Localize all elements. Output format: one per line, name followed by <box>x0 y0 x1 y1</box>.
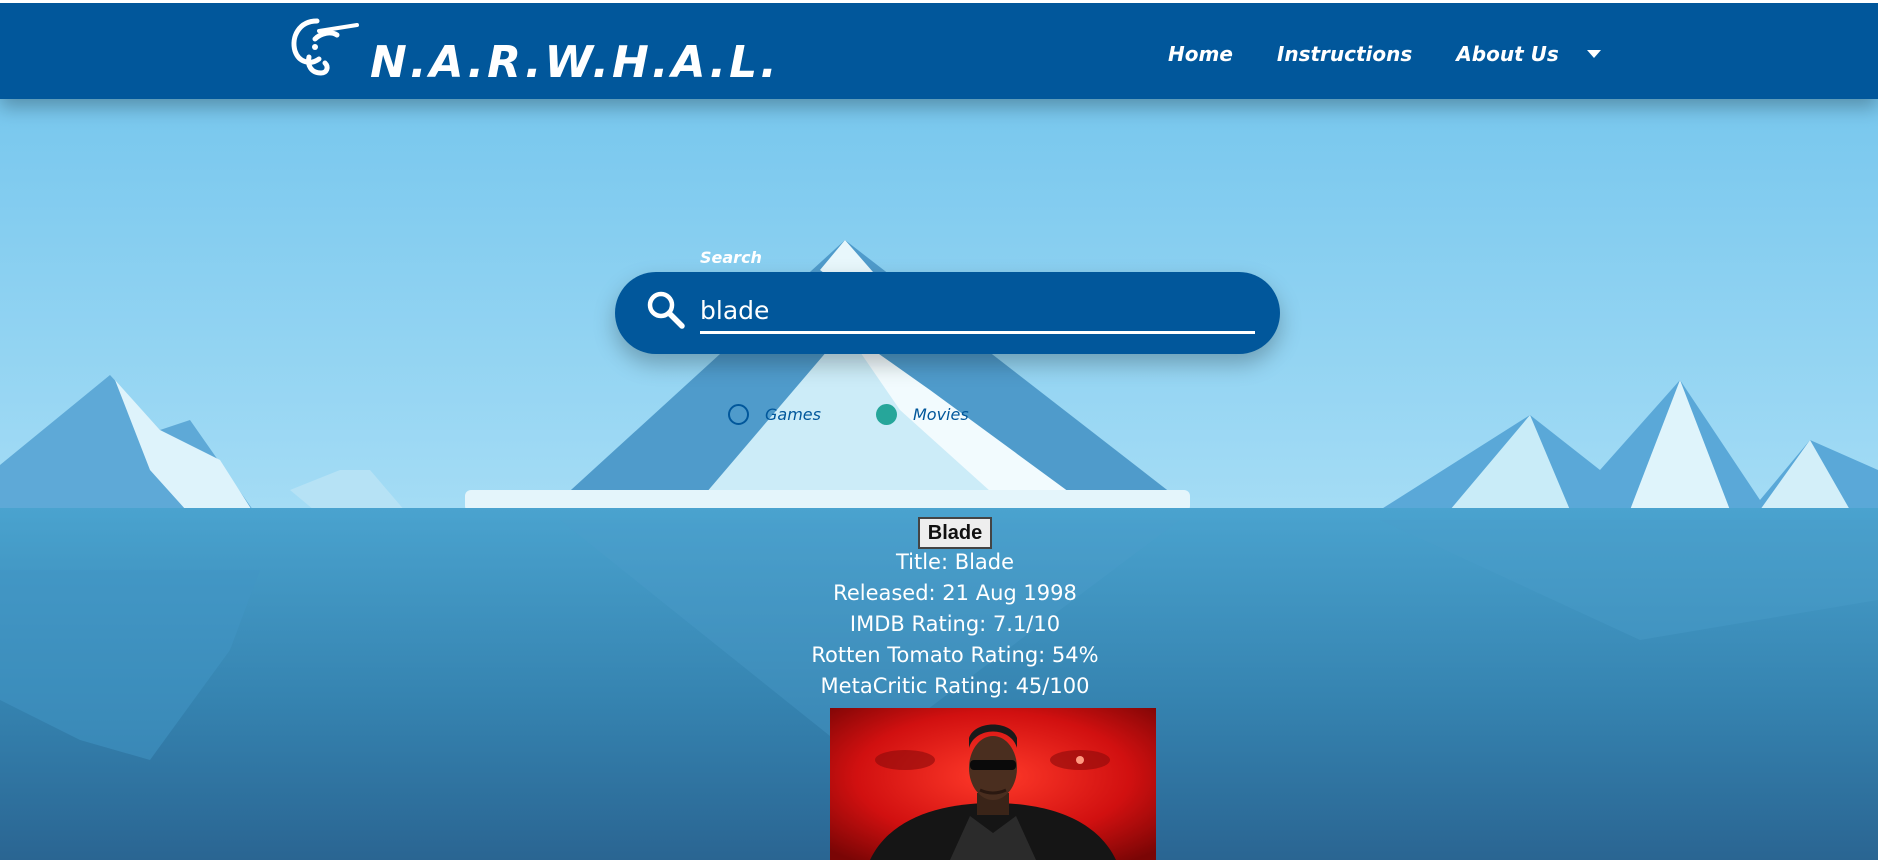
nav-home-link[interactable]: Home <box>1168 39 1233 69</box>
search-label: Search <box>700 248 762 267</box>
search-input[interactable] <box>700 290 1255 334</box>
result-rotten-tomato-rating: Rotten Tomato Rating: 54% <box>811 643 1099 667</box>
top-navbar: N.A.R.W.H.A.L. Home Instructions About U… <box>0 0 1878 99</box>
brand-name[interactable]: N.A.R.W.H.A.L. <box>370 33 780 93</box>
result-released: Released: 21 Aug 1998 <box>833 581 1077 605</box>
narwhal-logo-icon[interactable] <box>285 9 361 81</box>
category-radio-group: Games Movies <box>728 404 969 425</box>
games-radio-option[interactable]: Games <box>728 404 821 425</box>
movie-poster-image <box>830 708 1156 860</box>
movie-result: Blade Title: Blade Released: 21 Aug 1998… <box>700 517 1210 702</box>
caret-down-icon[interactable] <box>1586 50 1601 58</box>
nav-instructions-link[interactable]: Instructions <box>1277 39 1412 69</box>
search-icon <box>647 291 685 329</box>
nav-menu: Home Instructions About Us <box>1168 39 1601 69</box>
nav-about-us-link[interactable]: About Us <box>1456 39 1558 69</box>
movies-radio-option[interactable]: Movies <box>875 404 969 425</box>
result-imdb-rating: IMDB Rating: 7.1/10 <box>849 612 1061 636</box>
result-title: Title: Blade <box>895 550 1015 574</box>
movies-radio-label[interactable]: Movies <box>913 405 969 424</box>
result-title-button[interactable]: Blade <box>917 517 993 549</box>
result-metacritic-rating: MetaCritic Rating: 45/100 <box>820 674 1090 698</box>
movies-radio-button[interactable] <box>875 404 897 425</box>
games-radio-button[interactable] <box>728 404 749 425</box>
games-radio-label[interactable]: Games <box>765 405 821 424</box>
search-bar <box>615 272 1280 354</box>
